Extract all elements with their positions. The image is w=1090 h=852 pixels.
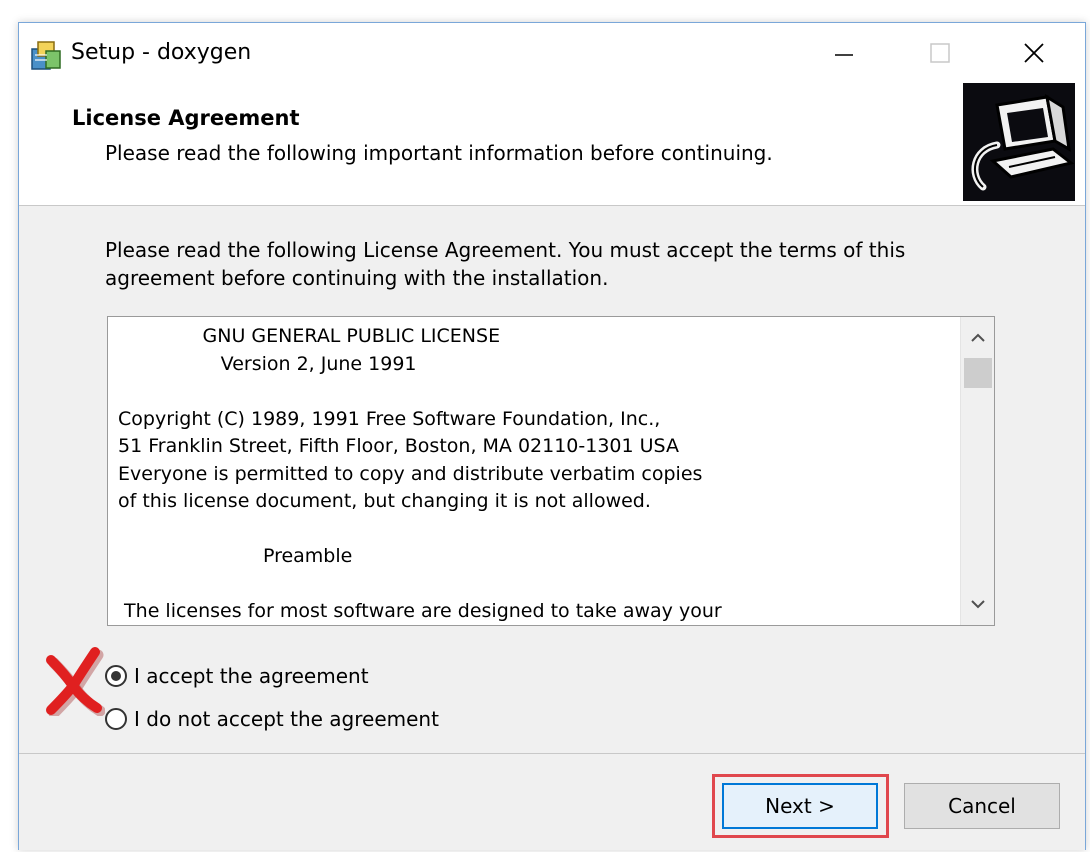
license-text: GNU GENERAL PUBLIC LICENSE Version 2, Ju… bbox=[118, 325, 722, 622]
accept-agreement-label[interactable]: I accept the agreement bbox=[134, 664, 369, 688]
license-instructions: Please read the following License Agreem… bbox=[105, 238, 906, 290]
chevron-up-icon bbox=[971, 333, 985, 342]
page-title: License Agreement bbox=[72, 106, 300, 130]
scroll-down-button[interactable] bbox=[961, 587, 994, 621]
close-button[interactable] bbox=[985, 23, 1085, 83]
scroll-thumb[interactable] bbox=[964, 358, 992, 388]
next-button[interactable]: Next > bbox=[722, 783, 878, 829]
window-title: Setup - doxygen bbox=[71, 40, 252, 65]
license-scrollbar[interactable] bbox=[960, 317, 994, 625]
page-subtitle: Please read the following important info… bbox=[105, 141, 773, 165]
chevron-down-icon bbox=[971, 600, 985, 609]
setup-package-icon bbox=[31, 41, 61, 70]
radio-unchecked-icon[interactable] bbox=[105, 708, 127, 730]
red-x-mark-icon bbox=[46, 647, 105, 716]
wizard-footer: Next > Cancel bbox=[19, 753, 1085, 852]
cancel-button[interactable]: Cancel bbox=[904, 783, 1060, 829]
minimize-icon bbox=[835, 54, 853, 56]
maximize-icon bbox=[930, 43, 950, 63]
minimize-button[interactable] bbox=[797, 23, 893, 83]
wizard-header: License Agreement Please read the follow… bbox=[19, 83, 1085, 206]
wizard-content: Please read the following License Agreem… bbox=[19, 206, 1085, 754]
decline-agreement-radio[interactable]: I do not accept the agreement bbox=[105, 704, 439, 734]
close-icon bbox=[1024, 43, 1044, 63]
decline-agreement-label[interactable]: I do not accept the agreement bbox=[134, 707, 439, 731]
title-bar[interactable]: Setup - doxygen bbox=[19, 23, 1085, 83]
maximize-button bbox=[893, 23, 989, 83]
scroll-up-button[interactable] bbox=[961, 321, 994, 355]
accept-agreement-radio[interactable]: I accept the agreement bbox=[105, 661, 369, 691]
license-text-box[interactable]: GNU GENERAL PUBLIC LICENSE Version 2, Ju… bbox=[107, 316, 995, 626]
radio-checked-icon[interactable] bbox=[105, 665, 127, 687]
setup-window: Setup - doxygen License Agreement Please… bbox=[18, 22, 1086, 850]
computer-install-image bbox=[963, 83, 1075, 201]
